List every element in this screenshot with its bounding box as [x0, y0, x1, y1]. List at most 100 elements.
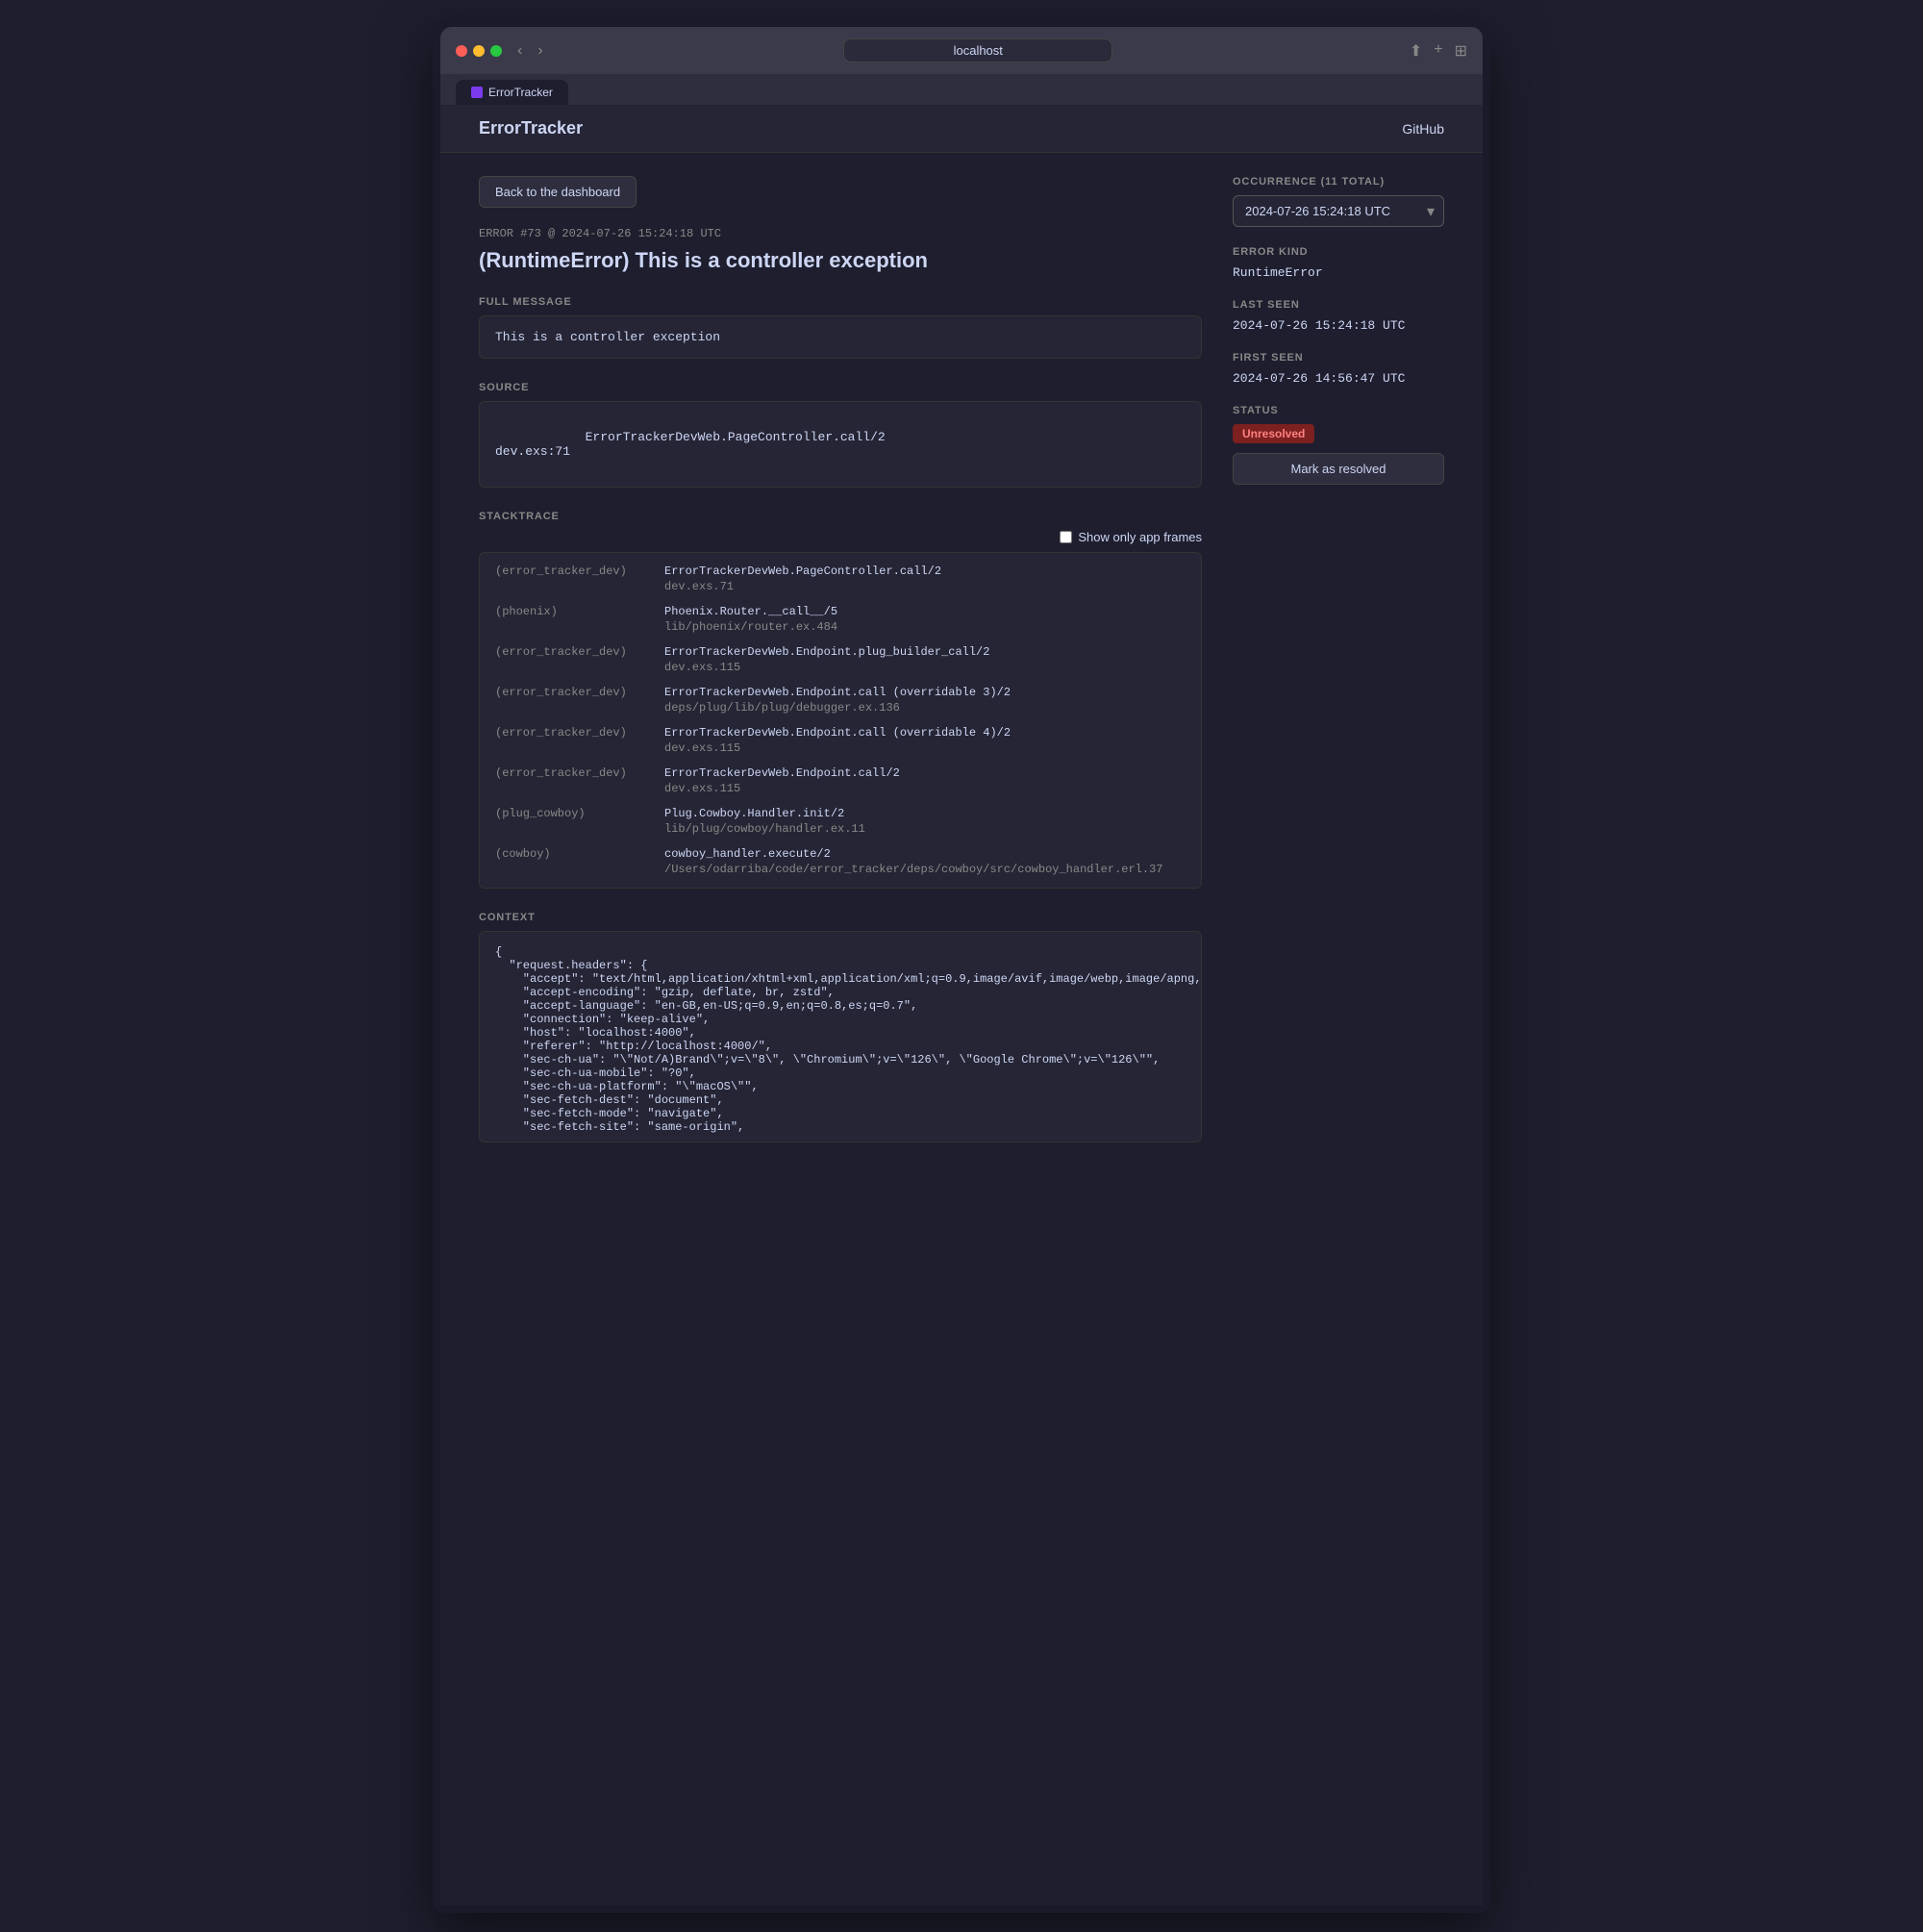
- right-panel: OCCURRENCE (11 TOTAL) 2024-07-26 15:24:1…: [1233, 176, 1444, 504]
- context-section: CONTEXT { "request.headers": { "accept":…: [479, 912, 1202, 1142]
- stack-module: (plug_cowboy): [495, 807, 649, 836]
- address-bar[interactable]: localhost: [843, 38, 1112, 63]
- occurrence-label: OCCURRENCE (11 TOTAL): [1233, 176, 1444, 188]
- table-row: (phoenix) Phoenix.Router.__call__/5 lib/…: [495, 605, 1186, 634]
- stack-func: ErrorTrackerDevWeb.PageController.call/2: [664, 565, 941, 578]
- stack-details: ErrorTrackerDevWeb.Endpoint.plug_builder…: [664, 645, 989, 674]
- stacktrace-content: (error_tracker_dev) ErrorTrackerDevWeb.P…: [479, 552, 1202, 889]
- stack-details: ErrorTrackerDevWeb.Endpoint.call (overri…: [664, 726, 1011, 755]
- stack-file: /Users/odarriba/code/error_tracker/deps/…: [664, 863, 1162, 876]
- mark-as-resolved-button[interactable]: Mark as resolved: [1233, 453, 1444, 485]
- stack-details: ErrorTrackerDevWeb.Endpoint.call/2 dev.e…: [664, 766, 900, 795]
- first-seen-value: 2024-07-26 14:56:47 UTC: [1233, 371, 1444, 386]
- occurrence-section: OCCURRENCE (11 TOTAL) 2024-07-26 15:24:1…: [1233, 176, 1444, 227]
- stack-module: (cowboy): [495, 847, 649, 876]
- app-logo: ErrorTracker: [479, 118, 583, 138]
- stack-file: deps/plug/lib/plug/debugger.ex.136: [664, 701, 1011, 715]
- browser-controls: ‹ ›: [513, 40, 547, 62]
- status-section: STATUS Unresolved Mark as resolved: [1233, 405, 1444, 485]
- table-row: (plug_cowboy) Plug.Cowboy.Handler.init/2…: [495, 807, 1186, 836]
- full-message-section: FULL MESSAGE This is a controller except…: [479, 296, 1202, 359]
- stack-func: Phoenix.Router.__call__/5: [664, 605, 837, 618]
- browser-actions: ⬆ + ⊞: [1410, 41, 1467, 61]
- first-seen-label: FIRST SEEN: [1233, 352, 1444, 364]
- maximize-button[interactable]: [490, 45, 502, 57]
- stack-details: cowboy_handler.execute/2 /Users/odarriba…: [664, 847, 1162, 876]
- show-app-frames-label[interactable]: Show only app frames: [1060, 530, 1202, 544]
- traffic-lights: [456, 45, 502, 57]
- source-line1: ErrorTrackerDevWeb.PageController.call/2: [586, 430, 886, 444]
- stack-module: (error_tracker_dev): [495, 645, 649, 674]
- stacktrace-label: STACKTRACE: [479, 511, 1202, 522]
- share-icon[interactable]: ⬆: [1410, 41, 1422, 61]
- table-row: (error_tracker_dev) ErrorTrackerDevWeb.E…: [495, 726, 1186, 755]
- stack-file: lib/plug/cowboy/handler.ex.11: [664, 822, 865, 836]
- status-label: STATUS: [1233, 405, 1444, 416]
- tabs-icon[interactable]: ⊞: [1455, 41, 1467, 61]
- show-app-frames-checkbox[interactable]: [1060, 531, 1072, 543]
- status-badge: Unresolved: [1233, 424, 1314, 443]
- stack-module: (error_tracker_dev): [495, 686, 649, 715]
- error-kind-value: RuntimeError: [1233, 265, 1444, 280]
- active-tab[interactable]: ErrorTracker: [456, 80, 568, 105]
- occurrence-select-wrapper[interactable]: 2024-07-26 15:24:18 UTC 2024-07-26 15:20…: [1233, 195, 1444, 227]
- browser-titlebar: ‹ › localhost ⬆ + ⊞: [440, 27, 1483, 74]
- table-row: (error_tracker_dev) ErrorTrackerDevWeb.P…: [495, 565, 1186, 593]
- tab-label: ErrorTracker: [488, 86, 553, 99]
- stack-details: Phoenix.Router.__call__/5 lib/phoenix/ro…: [664, 605, 837, 634]
- minimize-button[interactable]: [473, 45, 485, 57]
- stack-func: ErrorTrackerDevWeb.Endpoint.call/2: [664, 766, 900, 780]
- app-header: ErrorTracker GitHub: [440, 105, 1483, 153]
- stack-details: ErrorTrackerDevWeb.PageController.call/2…: [664, 565, 941, 593]
- close-button[interactable]: [456, 45, 467, 57]
- first-seen-section: FIRST SEEN 2024-07-26 14:56:47 UTC: [1233, 352, 1444, 386]
- stack-module: (error_tracker_dev): [495, 726, 649, 755]
- back-nav-button[interactable]: ‹: [513, 40, 526, 62]
- source-section: SOURCE ErrorTrackerDevWeb.PageController…: [479, 382, 1202, 488]
- stack-file: dev.exs.71: [664, 580, 941, 593]
- stack-module: (error_tracker_dev): [495, 766, 649, 795]
- last-seen-section: LAST SEEN 2024-07-26 15:24:18 UTC: [1233, 299, 1444, 333]
- left-panel: Back to the dashboard ERROR #73 @ 2024-0…: [479, 176, 1202, 1166]
- source-line2: dev.exs:71: [495, 444, 570, 459]
- stack-details: ErrorTrackerDevWeb.Endpoint.call (overri…: [664, 686, 1011, 715]
- full-message-label: FULL MESSAGE: [479, 296, 1202, 308]
- table-row: (error_tracker_dev) ErrorTrackerDevWeb.E…: [495, 645, 1186, 674]
- stack-func: ErrorTrackerDevWeb.Endpoint.call (overri…: [664, 726, 1011, 740]
- occurrence-select[interactable]: 2024-07-26 15:24:18 UTC 2024-07-26 15:20…: [1233, 195, 1444, 227]
- show-app-frames-text: Show only app frames: [1078, 530, 1202, 544]
- forward-nav-button[interactable]: ›: [534, 40, 546, 62]
- stack-file: dev.exs.115: [664, 661, 989, 674]
- source-content: ErrorTrackerDevWeb.PageController.call/2…: [479, 401, 1202, 488]
- new-tab-icon[interactable]: +: [1434, 41, 1442, 61]
- last-seen-label: LAST SEEN: [1233, 299, 1444, 311]
- stack-func: cowboy_handler.execute/2: [664, 847, 1162, 861]
- github-link[interactable]: GitHub: [1402, 121, 1444, 137]
- context-label: CONTEXT: [479, 912, 1202, 923]
- context-content: { "request.headers": { "accept": "text/h…: [479, 931, 1202, 1142]
- stack-module: (phoenix): [495, 605, 649, 634]
- error-kind-label: ERROR KIND: [1233, 246, 1444, 258]
- stack-file: dev.exs.115: [664, 741, 1011, 755]
- table-row: (error_tracker_dev) ErrorTrackerDevWeb.E…: [495, 766, 1186, 795]
- full-message-content: This is a controller exception: [479, 315, 1202, 359]
- stack-file: dev.exs.115: [664, 782, 900, 795]
- back-to-dashboard-button[interactable]: Back to the dashboard: [479, 176, 637, 208]
- tab-favicon: [471, 87, 483, 98]
- error-kind-section: ERROR KIND RuntimeError: [1233, 246, 1444, 280]
- stacktrace-section: STACKTRACE Show only app frames (error_t…: [479, 511, 1202, 889]
- stack-func: ErrorTrackerDevWeb.Endpoint.call (overri…: [664, 686, 1011, 699]
- stack-details: Plug.Cowboy.Handler.init/2 lib/plug/cowb…: [664, 807, 865, 836]
- table-row: (cowboy) cowboy_handler.execute/2 /Users…: [495, 847, 1186, 876]
- source-label: SOURCE: [479, 382, 1202, 393]
- stack-func: Plug.Cowboy.Handler.init/2: [664, 807, 865, 820]
- error-title: (RuntimeError) This is a controller exce…: [479, 248, 1202, 273]
- last-seen-value: 2024-07-26 15:24:18 UTC: [1233, 318, 1444, 333]
- stacktrace-header: Show only app frames: [479, 530, 1202, 544]
- browser-tab-bar: ErrorTracker: [440, 74, 1483, 105]
- stack-file: lib/phoenix/router.ex.484: [664, 620, 837, 634]
- stack-func: ErrorTrackerDevWeb.Endpoint.plug_builder…: [664, 645, 989, 659]
- error-meta: ERROR #73 @ 2024-07-26 15:24:18 UTC: [479, 227, 1202, 240]
- stack-module: (error_tracker_dev): [495, 565, 649, 593]
- table-row: (error_tracker_dev) ErrorTrackerDevWeb.E…: [495, 686, 1186, 715]
